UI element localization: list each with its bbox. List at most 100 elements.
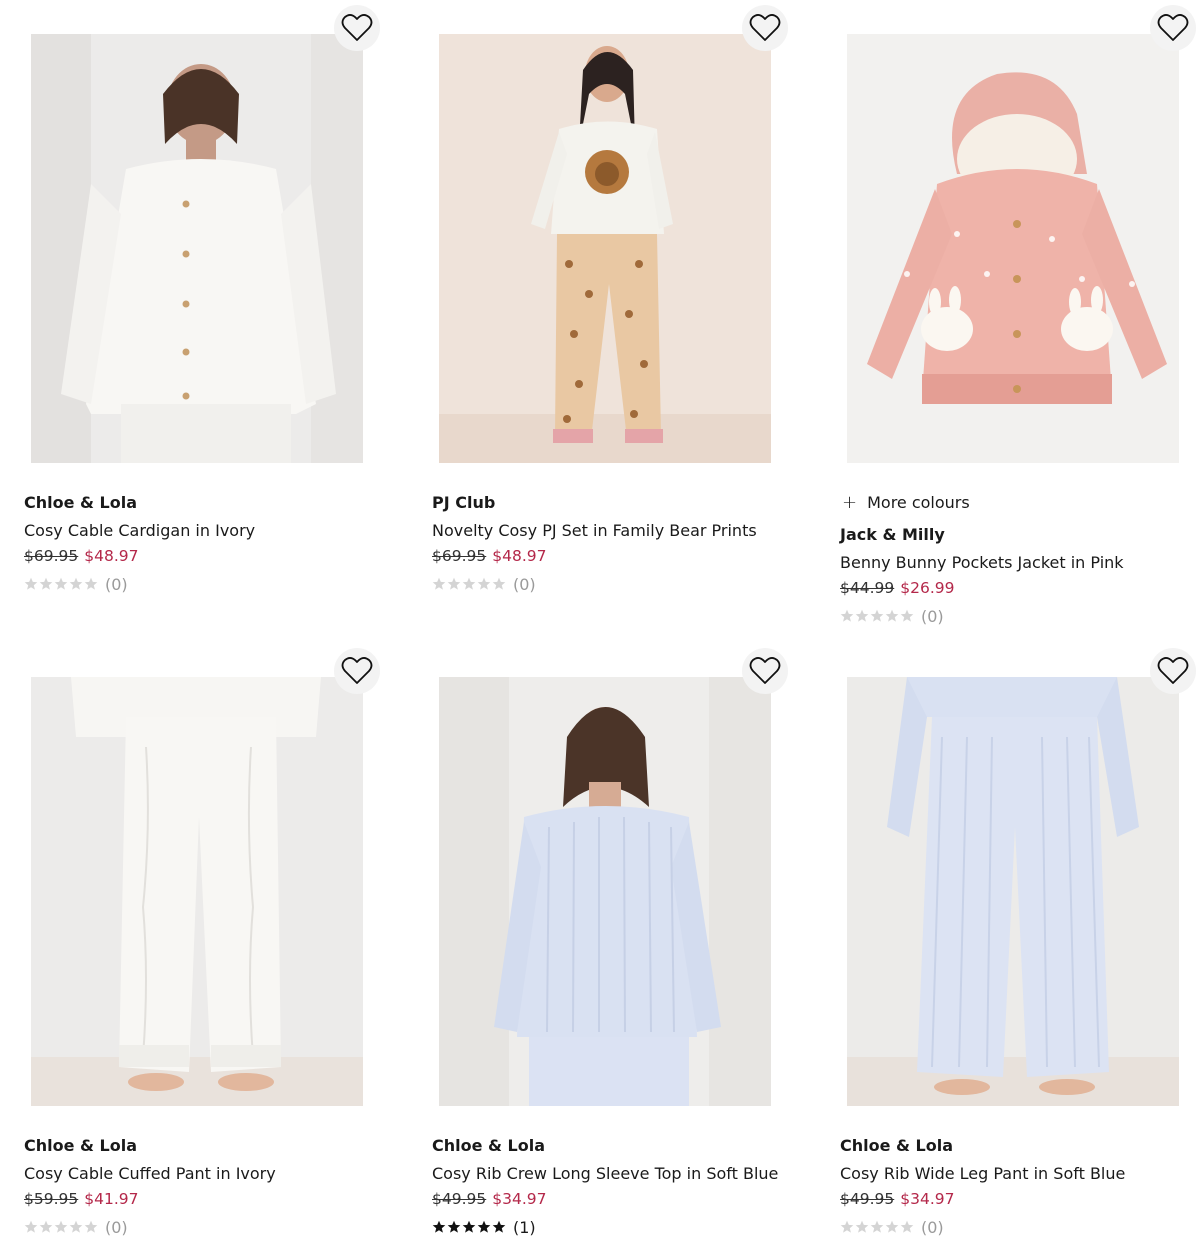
was-price: $44.99 bbox=[840, 579, 895, 597]
was-price: $69.95 bbox=[24, 547, 79, 565]
star-icon bbox=[462, 577, 476, 590]
product-rating[interactable]: (0) bbox=[24, 1216, 404, 1238]
product-rating[interactable]: (0) bbox=[840, 605, 1200, 627]
star-icon bbox=[447, 577, 461, 590]
star-icon bbox=[870, 609, 884, 622]
sale-price: $34.97 bbox=[900, 1190, 955, 1208]
star-icon bbox=[84, 577, 98, 590]
product-prices: $44.99 $26.99 bbox=[840, 577, 1200, 599]
product-image[interactable] bbox=[439, 677, 771, 1106]
product-prices: $49.95 $34.97 bbox=[840, 1188, 1200, 1210]
product-title[interactable]: Novelty Cosy PJ Set in Family Bear Print… bbox=[432, 519, 812, 543]
product-image[interactable] bbox=[31, 677, 363, 1106]
product-brand: Chloe & Lola bbox=[840, 1136, 954, 1155]
sale-price: $26.99 bbox=[900, 579, 955, 597]
was-price: $59.95 bbox=[24, 1190, 79, 1208]
wishlist-button[interactable] bbox=[742, 648, 788, 694]
review-count: (0) bbox=[921, 606, 944, 626]
sale-price: $34.97 bbox=[492, 1190, 547, 1208]
review-count: (0) bbox=[921, 1217, 944, 1237]
product-brand: Chloe & Lola bbox=[24, 1136, 138, 1155]
more-colours-link[interactable]: + More colours bbox=[840, 491, 1200, 515]
product-title[interactable]: Cosy Rib Wide Leg Pant in Soft Blue bbox=[840, 1162, 1200, 1186]
product-prices: $69.95 $48.97 bbox=[432, 545, 812, 567]
product-brand: Chloe & Lola bbox=[432, 1136, 546, 1155]
review-count: (1) bbox=[513, 1217, 536, 1237]
was-price: $49.95 bbox=[840, 1190, 895, 1208]
product-info: Chloe & Lola Cosy Rib Crew Long Sleeve T… bbox=[432, 1134, 812, 1238]
star-icon bbox=[447, 1220, 461, 1233]
wishlist-button[interactable] bbox=[1150, 5, 1196, 51]
more-colours-label: More colours bbox=[867, 493, 970, 512]
rating-stars bbox=[432, 1220, 506, 1234]
product-info: Chloe & Lola Cosy Cable Cardigan in Ivor… bbox=[24, 491, 404, 595]
heart-outline-icon bbox=[749, 657, 781, 684]
review-count: (0) bbox=[105, 1217, 128, 1237]
star-icon bbox=[885, 1220, 899, 1233]
product-title[interactable]: Cosy Cable Cuffed Pant in Ivory bbox=[24, 1162, 404, 1186]
product-title[interactable]: Benny Bunny Pockets Jacket in Pink bbox=[840, 551, 1200, 575]
product-title[interactable]: Cosy Cable Cardigan in Ivory bbox=[24, 519, 404, 543]
heart-outline-icon bbox=[1157, 657, 1189, 684]
product-image[interactable] bbox=[847, 677, 1179, 1106]
product-info: Chloe & Lola Cosy Rib Wide Leg Pant in S… bbox=[840, 1134, 1200, 1238]
sale-price: $48.97 bbox=[492, 547, 547, 565]
product-prices: $49.95 $34.97 bbox=[432, 1188, 812, 1210]
product-prices: $69.95 $48.97 bbox=[24, 545, 404, 567]
product-image[interactable] bbox=[439, 34, 771, 463]
wishlist-button[interactable] bbox=[334, 5, 380, 51]
plus-icon: + bbox=[842, 492, 858, 513]
product-image[interactable] bbox=[31, 34, 363, 463]
product-info: + More colours Jack & Milly Benny Bunny P… bbox=[840, 491, 1200, 627]
star-icon bbox=[477, 577, 491, 590]
star-icon bbox=[84, 1220, 98, 1233]
was-price: $69.95 bbox=[432, 547, 487, 565]
star-icon bbox=[432, 577, 446, 590]
product-brand: Chloe & Lola bbox=[24, 493, 138, 512]
rating-stars bbox=[24, 1220, 98, 1234]
rating-stars bbox=[432, 577, 506, 591]
was-price: $49.95 bbox=[432, 1190, 487, 1208]
star-icon bbox=[870, 1220, 884, 1233]
review-count: (0) bbox=[105, 574, 128, 594]
product-rating[interactable]: (0) bbox=[432, 573, 812, 595]
rating-stars bbox=[24, 577, 98, 591]
wishlist-button[interactable] bbox=[742, 5, 788, 51]
heart-outline-icon bbox=[749, 14, 781, 41]
star-icon bbox=[24, 577, 38, 590]
star-icon bbox=[840, 609, 854, 622]
star-icon bbox=[840, 1220, 854, 1233]
star-icon bbox=[432, 1220, 446, 1233]
product-rating[interactable]: (0) bbox=[840, 1216, 1200, 1238]
rating-stars bbox=[840, 609, 914, 623]
rating-stars bbox=[840, 1220, 914, 1234]
product-brand: PJ Club bbox=[432, 493, 496, 512]
product-info: PJ Club Novelty Cosy PJ Set in Family Be… bbox=[432, 491, 812, 595]
star-icon bbox=[492, 577, 506, 590]
star-icon bbox=[885, 609, 899, 622]
star-icon bbox=[24, 1220, 38, 1233]
star-icon bbox=[39, 1220, 53, 1233]
star-icon bbox=[900, 1220, 914, 1233]
product-rating[interactable]: (1) bbox=[432, 1216, 812, 1238]
star-icon bbox=[39, 577, 53, 590]
star-icon bbox=[69, 577, 83, 590]
heart-outline-icon bbox=[1157, 14, 1189, 41]
star-icon bbox=[69, 1220, 83, 1233]
product-rating[interactable]: (0) bbox=[24, 573, 404, 595]
product-image[interactable] bbox=[847, 34, 1179, 463]
product-title[interactable]: Cosy Rib Crew Long Sleeve Top in Soft Bl… bbox=[432, 1162, 812, 1186]
star-icon bbox=[54, 577, 68, 590]
heart-outline-icon bbox=[341, 14, 373, 41]
star-icon bbox=[855, 1220, 869, 1233]
star-icon bbox=[477, 1220, 491, 1233]
star-icon bbox=[855, 609, 869, 622]
heart-outline-icon bbox=[341, 657, 373, 684]
product-brand: Jack & Milly bbox=[840, 525, 945, 544]
wishlist-button[interactable] bbox=[334, 648, 380, 694]
star-icon bbox=[900, 609, 914, 622]
star-icon bbox=[492, 1220, 506, 1233]
star-icon bbox=[462, 1220, 476, 1233]
star-icon bbox=[54, 1220, 68, 1233]
wishlist-button[interactable] bbox=[1150, 648, 1196, 694]
